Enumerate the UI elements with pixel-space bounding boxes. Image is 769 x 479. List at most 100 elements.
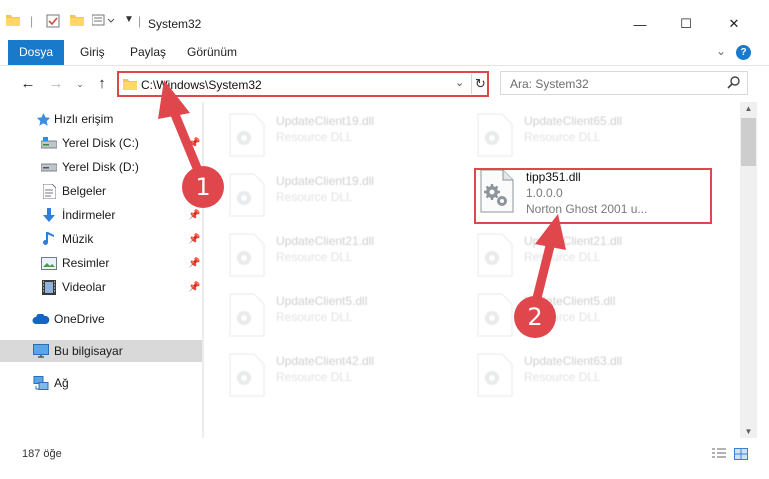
navigation-pane: Hızlı erişim Yerel Disk (C:) 📌 Yerel Dis… <box>0 102 204 438</box>
sidebar-item-this-pc[interactable]: Bu bilgisayar <box>0 340 202 362</box>
dll-file-icon <box>229 233 265 277</box>
tab-gorunum[interactable]: Görünüm <box>175 40 249 65</box>
sidebar-item-local-disk-d[interactable]: Yerel Disk (D:) <box>0 156 202 178</box>
dll-file-icon <box>229 353 265 397</box>
window-title: System32 <box>148 17 202 31</box>
pane-divider[interactable] <box>202 102 204 438</box>
list-item[interactable]: UpdateClient21.dll Resource DLL <box>454 226 694 282</box>
dll-file-icon <box>477 113 513 157</box>
pin-icon: 📌 <box>188 137 201 149</box>
sidebar-item-label: Videolar <box>62 280 106 294</box>
list-item[interactable]: UpdateClient21.dll Resource DLL <box>206 226 446 282</box>
list-item[interactable]: UpdateClient63.dll Resource DLL <box>454 346 694 402</box>
recent-locations-icon[interactable]: ⌄ <box>70 74 90 94</box>
title-bar: | ▼ | System32 — ☐ ✕ <box>0 0 769 40</box>
pin-icon: 📌 <box>188 281 201 293</box>
file-type: Resource DLL <box>276 310 353 324</box>
annotation-step-1: 1 <box>182 166 224 208</box>
address-row: ← → ⌄ ↑ C:\Windows\System32 ⌄ ↻ Ara: Sys… <box>0 66 769 102</box>
status-bar: 187 öğe <box>0 440 769 466</box>
tab-dosya[interactable]: Dosya <box>8 40 64 65</box>
tab-giris[interactable]: Giriş <box>68 40 117 65</box>
file-type: Resource DLL <box>524 130 601 144</box>
scroll-up-icon[interactable]: ▲ <box>740 104 757 113</box>
file-name: UpdateClient21.dll <box>524 234 623 248</box>
dll-file-icon <box>477 353 513 397</box>
search-input[interactable]: Ara: System32 <box>500 71 748 95</box>
sidebar-item-documents[interactable]: Belgeler 📌 <box>0 180 202 202</box>
details-view-icon[interactable] <box>712 448 726 460</box>
computer-icon <box>32 343 50 359</box>
scroll-down-icon[interactable]: ▼ <box>740 427 757 436</box>
list-item[interactable]: UpdateClient5.dll Resource DLL <box>454 286 694 342</box>
address-path[interactable]: C:\Windows\System32 <box>141 78 262 92</box>
sidebar-item-videos[interactable]: Videolar 📌 <box>0 276 202 298</box>
refresh-icon[interactable]: ↻ <box>471 74 489 94</box>
forward-icon[interactable]: → <box>46 74 66 94</box>
minimize-button[interactable]: — <box>617 8 663 40</box>
sidebar-item-label: İndirmeler <box>62 208 116 222</box>
ribbon-expand-icon[interactable]: ⌄ <box>716 44 726 58</box>
documents-icon <box>40 183 58 199</box>
sidebar-item-label: Resimler <box>62 256 110 270</box>
help-icon[interactable]: ? <box>736 45 751 60</box>
sidebar-item-onedrive[interactable]: OneDrive <box>0 308 202 330</box>
dll-file-icon <box>477 233 513 277</box>
file-type: Resource DLL <box>276 190 353 204</box>
sidebar-item-label: Müzik <box>62 232 94 246</box>
separator-icon: | <box>30 14 34 28</box>
file-type: Resource DLL <box>276 370 353 384</box>
sidebar-item-quick-access[interactable]: Hızlı erişim <box>0 108 202 130</box>
sidebar-item-label: Yerel Disk (D:) <box>62 160 139 174</box>
up-icon[interactable]: ↑ <box>92 74 112 94</box>
list-item[interactable]: UpdateClient19.dll Resource DLL <box>206 166 446 222</box>
list-item[interactable]: UpdateClient65.dll Resource DLL <box>454 106 694 162</box>
sidebar-item-label: Yerel Disk (C:) <box>62 136 139 150</box>
file-name: UpdateClient42.dll <box>276 354 375 368</box>
tab-paylas[interactable]: Paylaş <box>118 40 178 65</box>
search-icon[interactable] <box>727 75 741 92</box>
drive-icon <box>40 159 58 175</box>
vertical-scrollbar[interactable]: ▲ ▼ <box>740 102 757 438</box>
video-icon <box>40 279 58 295</box>
pictures-icon <box>40 255 58 271</box>
sidebar-item-label: Hızlı erişim <box>54 112 114 126</box>
chevron-down-icon[interactable]: ⌄ <box>455 76 464 89</box>
scroll-thumb[interactable] <box>741 118 756 166</box>
sidebar-item-pictures[interactable]: Resimler 📌 <box>0 252 202 274</box>
file-name: UpdateClient19.dll <box>276 174 375 188</box>
ribbon: Dosya Giriş Paylaş Görünüm ⌄ <box>0 40 769 66</box>
large-icons-view-icon[interactable] <box>734 448 748 460</box>
chevron-down-icon[interactable]: ▼ <box>124 14 134 25</box>
sidebar-item-downloads[interactable]: İndirmeler 📌 <box>0 204 202 226</box>
folder-icon[interactable] <box>6 14 20 26</box>
sidebar-item-music[interactable]: Müzik 📌 <box>0 228 202 250</box>
file-name: UpdateClient21.dll <box>276 234 375 248</box>
item-count: 187 öğe <box>22 448 62 460</box>
drive-icon <box>40 135 58 151</box>
sidebar-item-label: Bu bilgisayar <box>54 344 123 358</box>
back-icon[interactable]: ← <box>18 74 38 94</box>
maximize-button[interactable]: ☐ <box>663 8 709 40</box>
file-name: UpdateClient5.dll <box>276 294 368 308</box>
list-item[interactable]: UpdateClient5.dll Resource DLL <box>206 286 446 342</box>
properties-icon[interactable] <box>46 14 60 28</box>
separator-icon: | <box>138 14 142 28</box>
list-item[interactable]: UpdateClient19.dll Resource DLL <box>206 106 446 162</box>
file-type: Resource DLL <box>276 130 353 144</box>
sidebar-item-local-disk-c[interactable]: Yerel Disk (C:) 📌 <box>0 132 202 154</box>
new-folder-icon[interactable] <box>70 14 84 26</box>
file-highlight-box <box>474 168 712 224</box>
file-type: Resource DLL <box>276 250 353 264</box>
address-bar[interactable]: C:\Windows\System32 ⌄ ↻ <box>117 71 489 97</box>
customize-toolbar-icon[interactable] <box>92 14 116 26</box>
sidebar-item-network[interactable]: Ağ <box>0 372 202 394</box>
list-item[interactable]: UpdateClient42.dll Resource DLL <box>206 346 446 402</box>
cloud-icon <box>32 311 50 327</box>
folder-icon <box>123 78 137 93</box>
sidebar-item-label: Belgeler <box>62 184 107 198</box>
music-icon <box>40 231 58 247</box>
file-list: UpdateClient19.dll Resource DLL UpdateCl… <box>206 102 740 438</box>
close-button[interactable]: ✕ <box>711 8 757 40</box>
download-icon <box>40 207 58 223</box>
